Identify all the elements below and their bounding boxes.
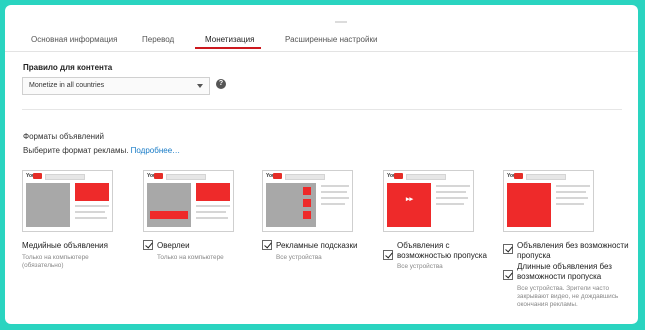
long-non-skippable-label: Длинные объявления без возможности пропу…: [517, 262, 612, 281]
sidebar-line-graphic: [75, 217, 107, 219]
active-tab-indicator: [195, 47, 261, 49]
ad-graphic: [196, 183, 230, 201]
search-bar-graphic: [526, 174, 566, 180]
tab-basic-info[interactable]: Основная информация: [31, 35, 117, 44]
sidebar-line-graphic: [75, 205, 109, 207]
youtube-logo: You: [26, 173, 42, 179]
search-bar-graphic: [45, 174, 85, 180]
skip-icon: ▸▸: [406, 196, 414, 203]
video-graphic: [147, 183, 191, 227]
ad-formats-subtitle: Выберите формат рекламы. Подробнее…: [23, 146, 180, 155]
long-non-skippable-checkbox[interactable]: [503, 270, 513, 280]
skippable-note: Все устройства: [397, 263, 443, 270]
search-bar-graphic: [285, 174, 325, 180]
sidebar-line-graphic: [321, 203, 345, 205]
video-ad-graphic: [387, 183, 431, 227]
cards-label: Рекламные подсказки: [276, 241, 358, 250]
search-bar-graphic: [166, 174, 206, 180]
tab-bar: Основная информация Перевод Монетизация …: [5, 33, 638, 52]
youtube-logo: You: [507, 173, 523, 179]
content-rule-value: Monetize in all countries: [29, 82, 105, 89]
sidebar-line-graphic: [321, 185, 349, 187]
sidebar-line-graphic: [196, 205, 230, 207]
youtube-logo: You: [147, 173, 163, 179]
section-divider: [22, 109, 622, 110]
video-ad-graphic: [507, 183, 551, 227]
non-skippable-label: Объявления без возможности пропуска: [517, 241, 629, 260]
sidebar-line-graphic: [436, 197, 468, 199]
sidebar-line-graphic: [196, 217, 228, 219]
sidebar-line-graphic: [556, 197, 588, 199]
sidebar-line-graphic: [556, 203, 584, 205]
sidebar-line-graphic: [75, 211, 105, 213]
video-graphic: [26, 183, 70, 227]
card-teaser-graphic: [303, 187, 311, 195]
skippable-checkbox[interactable]: [383, 250, 393, 260]
learn-more-link[interactable]: Подробнее…: [131, 146, 181, 155]
youtube-logo: You: [266, 173, 282, 179]
sidebar-line-graphic: [321, 197, 349, 199]
skippable-ads-preview: You ▸▸: [383, 170, 474, 232]
cards-checkbox[interactable]: [262, 240, 272, 250]
display-ads-preview: You: [22, 170, 113, 232]
sidebar-line-graphic: [556, 191, 586, 193]
skippable-label: Объявления с возможностью пропуска: [397, 241, 487, 260]
content-rule-title: Правило для контента: [23, 63, 113, 72]
overlay-ads-preview: You: [143, 170, 234, 232]
cards-preview: You: [262, 170, 353, 232]
chevron-down-icon: [197, 84, 203, 88]
content-rule-select[interactable]: Monetize in all countries: [22, 77, 210, 95]
sidebar-line-graphic: [436, 191, 466, 193]
youtube-logo: You: [387, 173, 403, 179]
top-divider: [335, 21, 347, 23]
card-teaser-graphic: [303, 211, 311, 219]
cards-note: Все устройства: [276, 254, 322, 261]
sidebar-line-graphic: [196, 211, 226, 213]
sidebar-line-graphic: [436, 203, 464, 205]
monetization-panel: Основная информация Перевод Монетизация …: [5, 5, 638, 324]
overlay-label: Оверлеи: [157, 241, 190, 250]
sidebar-line-graphic: [321, 191, 347, 193]
sidebar-line-graphic: [556, 185, 590, 187]
ad-formats-title: Форматы объявлений: [23, 132, 105, 141]
sidebar-line-graphic: [436, 185, 470, 187]
card-teaser-graphic: [303, 199, 311, 207]
overlay-checkbox[interactable]: [143, 240, 153, 250]
tab-translation[interactable]: Перевод: [142, 35, 174, 44]
tab-monetization[interactable]: Монетизация: [205, 35, 254, 44]
ad-formats-instruction: Выберите формат рекламы.: [23, 146, 129, 155]
display-ads-note: Только на компьютере (обязательно): [22, 254, 89, 269]
overlay-note: Только на компьютере: [157, 254, 224, 261]
search-bar-graphic: [406, 174, 446, 180]
non-skippable-checkbox[interactable]: [503, 244, 513, 254]
non-skippable-note: Все устройства. Зрители часто закрывают …: [517, 285, 619, 308]
overlay-ad-graphic: [150, 211, 188, 219]
display-ads-label: Медийные объявления: [22, 241, 108, 250]
help-icon[interactable]: ?: [216, 79, 226, 89]
ad-graphic: [75, 183, 109, 201]
non-skippable-ads-preview: You: [503, 170, 594, 232]
tab-advanced-settings[interactable]: Расширенные настройки: [285, 35, 377, 44]
